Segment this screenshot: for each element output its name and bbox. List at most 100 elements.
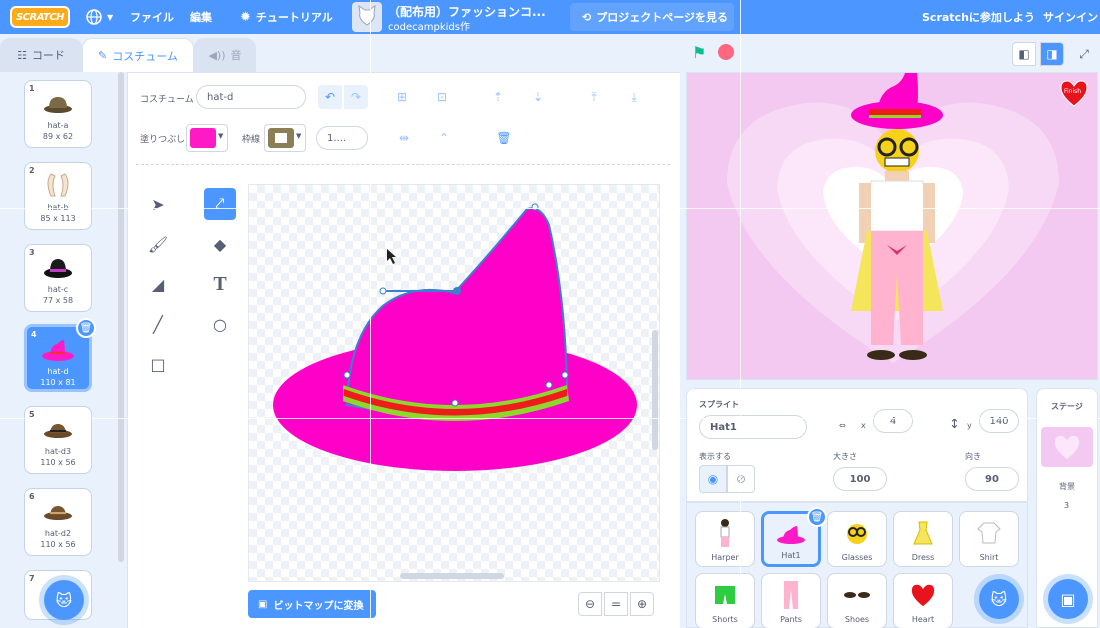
sprite-tile[interactable]: Harper <box>695 511 755 567</box>
signin-link[interactable]: サインイン <box>1043 0 1098 34</box>
costume-item[interactable]: 5 hat-d3 110 x 56 <box>24 406 92 474</box>
backdrop-thumbnail[interactable] <box>1041 427 1093 467</box>
y-label: y <box>967 421 972 430</box>
finish-heart-button[interactable]: Finish <box>1059 79 1089 107</box>
costume-item[interactable]: 2 hat-b 85 x 113 <box>24 162 92 230</box>
zoom-out-button[interactable]: ⊖ <box>578 592 602 616</box>
circle-tool[interactable]: ○ <box>204 308 236 340</box>
costume-list-scrollbar[interactable] <box>118 72 124 562</box>
outline-color-picker[interactable]: ▼ <box>264 124 306 152</box>
project-author[interactable]: codecampkids作 <box>388 8 470 42</box>
black-hat-icon <box>25 253 91 283</box>
backward-button[interactable]: ⇣ <box>526 85 550 109</box>
text-tool[interactable]: T <box>204 268 236 300</box>
sprite-name: Pants <box>780 615 802 624</box>
small-stage-icon: ◧ <box>1018 47 1030 61</box>
choose-costume-button[interactable]: 🐱 <box>44 580 84 620</box>
edit-menu[interactable]: 編集 <box>190 0 212 34</box>
small-stage-button[interactable]: ◧ <box>1012 42 1036 66</box>
delete-costume-button[interactable]: 🗑 <box>76 318 96 338</box>
guide-line <box>740 0 741 628</box>
costume-item[interactable]: 3 hat-c 77 x 58 <box>24 244 92 312</box>
sprite-tile[interactable]: Shoes <box>827 573 887 628</box>
brush-tool[interactable]: 🖌 <box>142 228 174 260</box>
direction-input[interactable]: 90 <box>965 467 1019 491</box>
hide-sprite-button[interactable]: ⊘ <box>727 465 755 493</box>
back-button[interactable]: ⤓ <box>622 85 646 109</box>
fill-color-picker[interactable]: ▼ <box>186 124 228 152</box>
see-project-page[interactable]: ⟲ プロジェクトページを見る <box>582 0 728 34</box>
y-position-input[interactable]: 140 <box>979 409 1019 433</box>
sprite-tile[interactable]: Shirt <box>959 511 1019 567</box>
outline-width-input[interactable]: 1.... <box>316 126 368 150</box>
choose-sprite-button[interactable]: 🐱 <box>979 579 1019 619</box>
sprite-tile[interactable]: Dress <box>893 511 953 567</box>
arrow-top-icon: ⤒ <box>591 89 597 104</box>
undo-button[interactable]: ↶ <box>318 85 342 109</box>
sprite-name: Dress <box>911 553 935 562</box>
forward-button[interactable]: ⇡ <box>486 85 510 109</box>
language-menu[interactable]: ▼ <box>86 0 113 34</box>
redo-button[interactable]: ↷ <box>344 85 368 109</box>
cat-icon <box>358 5 376 26</box>
flip-horizontal-button[interactable]: ⇹ <box>392 126 416 150</box>
stop-button[interactable] <box>718 44 734 60</box>
x-arrows-icon: ⇔ <box>839 421 846 430</box>
select-tool[interactable]: ➤ <box>142 188 174 220</box>
arrow-cursor-icon: ➤ <box>151 194 165 214</box>
eye-slash-icon: ⊘ <box>735 472 747 486</box>
stage-selector[interactable]: ステージ 背景 3 ▣ <box>1036 388 1098 628</box>
costume-item[interactable]: 6 hat-d2 110 x 56 <box>24 488 92 556</box>
convert-to-bitmap-button[interactable]: ▣ ビットマップに変換 <box>248 590 376 618</box>
chevron-down-icon: ▼ <box>218 132 224 140</box>
costume-list: 1 hat-a 89 x 62 2 hat-b 85 x 113 3 hat-c… <box>0 72 128 628</box>
sprite-name: Harper <box>711 553 739 562</box>
stage[interactable]: Finish <box>686 72 1098 380</box>
tab-sounds[interactable]: ◀)) 音 <box>194 38 256 72</box>
canvas-horizontal-scrollbar[interactable] <box>400 573 504 579</box>
sprite-tile[interactable]: Heart <box>893 573 953 628</box>
green-flag-button[interactable]: ⚑ <box>692 43 706 62</box>
fullscreen-button[interactable]: ⤢ <box>1072 42 1096 66</box>
reshape-tool[interactable]: ⤤ <box>204 188 236 220</box>
rectangle-tool[interactable]: □ <box>142 348 174 380</box>
sprite-tile[interactable]: Shorts <box>695 573 755 628</box>
paint-canvas[interactable] <box>248 184 660 582</box>
sprite-tile[interactable]: Pants <box>761 573 821 628</box>
line-tool[interactable]: ╱ <box>142 308 174 340</box>
eraser-tool[interactable]: ◆ <box>204 228 236 260</box>
x-position-input[interactable]: 4 <box>873 409 913 433</box>
tab-code[interactable]: ☷ コード <box>0 38 82 72</box>
costume-size: 85 x 113 <box>40 214 76 223</box>
delete-button[interactable]: 🗑 <box>492 126 516 150</box>
zoom-in-button[interactable]: ⊕ <box>630 592 654 616</box>
delete-sprite-button[interactable]: 🗑 <box>807 507 827 527</box>
costume-name-input[interactable]: hat-d <box>196 85 306 109</box>
large-stage-button[interactable]: ◨ <box>1040 42 1064 66</box>
outline-label: 枠線 <box>242 135 261 145</box>
join-scratch-link[interactable]: Scratchに参加しよう <box>922 0 1035 34</box>
costume-name: hat-d2 <box>44 529 72 538</box>
costume-number: 7 <box>29 574 35 583</box>
file-menu[interactable]: ファイル <box>130 0 174 34</box>
dress-icon <box>894 518 952 548</box>
tutorials-label: チュートリアル <box>255 11 333 24</box>
tutorials-menu[interactable]: ✹ チュートリアル <box>240 0 333 34</box>
size-input[interactable]: 100 <box>833 467 887 491</box>
sprite-info-panel: スプライト Hat1 ⇔ x 4 ↕ y 140 表示する ◉ ⊘ 大きさ 10… <box>686 388 1028 502</box>
choose-backdrop-button[interactable]: ▣ <box>1048 579 1088 619</box>
tab-costumes[interactable]: ✎ コスチューム <box>82 38 194 72</box>
arrow-up-icon: ⇡ <box>492 90 504 104</box>
ungroup-button[interactable]: ⊡ <box>430 85 454 109</box>
tab-costumes-label: コスチューム <box>112 49 178 63</box>
canvas-vertical-scrollbar[interactable] <box>652 330 658 450</box>
front-button[interactable]: ⤒ <box>582 85 606 109</box>
scratch-logo[interactable]: SCRATCH <box>10 6 70 28</box>
costume-item[interactable]: 1 hat-a 89 x 62 <box>24 80 92 148</box>
show-sprite-button[interactable]: ◉ <box>699 465 727 493</box>
group-button[interactable]: ⊞ <box>390 85 414 109</box>
zoom-reset-button[interactable]: = <box>604 592 628 616</box>
flip-vertical-button[interactable]: ⌃ <box>432 126 456 150</box>
sprite-tile[interactable]: Glasses <box>827 511 887 567</box>
fill-tool[interactable]: ◢ <box>142 268 174 300</box>
